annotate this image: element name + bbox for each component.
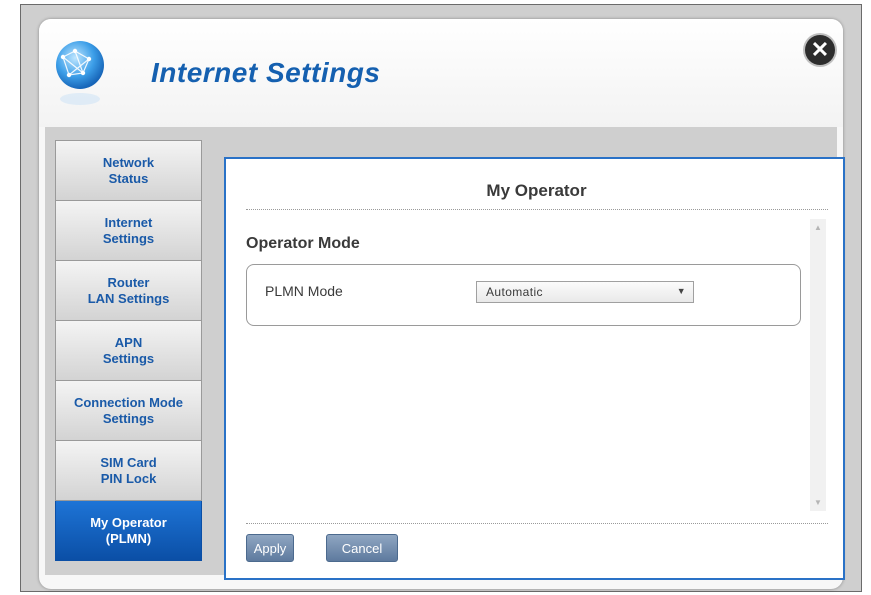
settings-dialog: Internet Settings ✕ Network Status Inter… — [20, 4, 862, 592]
operator-mode-group: PLMN Mode Automatic ▼ — [246, 264, 801, 326]
main-panel: My Operator Operator Mode PLMN Mode Auto… — [224, 157, 845, 580]
cancel-button[interactable]: Cancel — [326, 534, 398, 562]
footer-divider — [246, 523, 828, 524]
sidebar-item-apn-settings[interactable]: APN Settings — [55, 321, 202, 381]
sidebar-item-connection-mode-settings[interactable]: Connection Mode Settings — [55, 381, 202, 441]
dialog-body: Internet Settings ✕ Network Status Inter… — [39, 19, 845, 589]
sidebar-nav: Network Status Internet Settings Router … — [55, 140, 202, 561]
close-icon[interactable]: ✕ — [805, 35, 835, 65]
apply-button[interactable]: Apply — [246, 534, 294, 562]
section-title: Operator Mode — [246, 235, 360, 252]
dialog-header: Internet Settings ✕ — [39, 19, 843, 127]
sidebar-item-router-lan-settings[interactable]: Router LAN Settings — [55, 261, 202, 321]
plmn-mode-label: PLMN Mode — [265, 283, 343, 299]
globe-network-icon — [56, 41, 104, 105]
plmn-mode-value: Automatic — [486, 285, 543, 299]
sidebar-item-network-status[interactable]: Network Status — [55, 141, 202, 201]
scroll-up-arrow-icon[interactable]: ▲ — [810, 223, 826, 232]
header-divider — [246, 209, 828, 210]
page-title: Internet Settings — [151, 57, 381, 88]
vertical-scrollbar[interactable]: ▲ ▼ — [810, 219, 826, 511]
scroll-down-arrow-icon[interactable]: ▼ — [810, 498, 826, 507]
sidebar-item-sim-card-pin-lock[interactable]: SIM Card PIN Lock — [55, 441, 202, 501]
panel-title: My Operator — [486, 181, 587, 200]
sidebar-item-my-operator[interactable]: My Operator (PLMN) — [55, 501, 202, 561]
sidebar-item-internet-settings[interactable]: Internet Settings — [55, 201, 202, 261]
chevron-down-icon: ▼ — [676, 286, 686, 296]
plmn-mode-select[interactable]: Automatic ▼ — [476, 281, 694, 303]
